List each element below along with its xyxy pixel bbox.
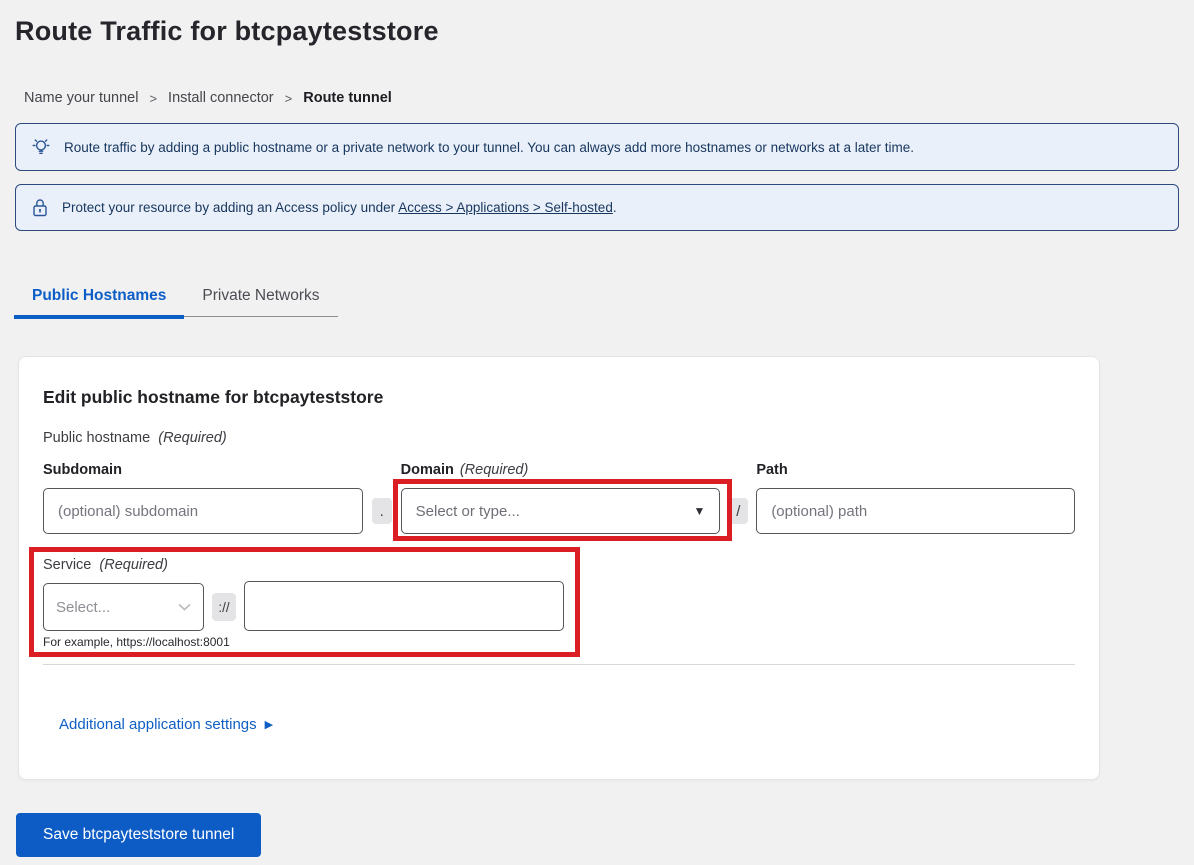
service-label: Service (Required) (43, 557, 1075, 574)
subdomain-label: Subdomain (43, 462, 363, 479)
access-banner-text-before: Protect your resource by adding an Acces… (62, 200, 395, 215)
tip-banner-text: Route traffic by adding a public hostnam… (64, 140, 914, 155)
service-type-select[interactable]: Select... (43, 583, 204, 631)
path-label: Path (756, 462, 1075, 479)
dot-separator: . (372, 498, 392, 524)
access-banner: Protect your resource by adding an Acces… (15, 184, 1179, 231)
service-url-input[interactable] (244, 581, 564, 631)
domain-select[interactable]: Select or type... ▼ (401, 488, 721, 534)
public-hostname-required: (Required) (158, 430, 227, 446)
path-field-group: Path (756, 462, 1075, 534)
breadcrumb-separator: > (149, 90, 157, 107)
tab-public-hostnames[interactable]: Public Hostnames (14, 279, 184, 316)
domain-field-group: Domain(Required) Select or type... ▼ (401, 462, 721, 534)
divider (43, 664, 1075, 665)
domain-select-placeholder: Select or type... (416, 503, 520, 520)
service-type-placeholder: Select... (56, 599, 110, 616)
breadcrumb-name-your-tunnel[interactable]: Name your tunnel (24, 90, 138, 107)
save-tunnel-button[interactable]: Save btcpayteststore tunnel (16, 813, 261, 857)
additional-settings-toggle[interactable]: Additional application settings ▶ (59, 715, 273, 735)
tab-bar: Public Hostnames Private Networks (14, 279, 338, 317)
breadcrumb-route-tunnel: Route tunnel (303, 90, 392, 107)
scheme-separator: :// (212, 593, 236, 621)
service-row: Select... :// (43, 581, 1075, 631)
hostname-row: Subdomain . Domain(Required) Select or t… (43, 462, 1075, 534)
tab-private-networks[interactable]: Private Networks (184, 279, 337, 316)
page-title: Route Traffic for btcpayteststore (0, 0, 1194, 48)
service-example-text: For example, https://localhost:8001 (43, 635, 1075, 649)
domain-required: (Required) (460, 462, 529, 478)
breadcrumb-separator: > (285, 90, 293, 107)
chevron-down-icon: ▼ (693, 504, 705, 518)
additional-settings-label: Additional application settings (59, 715, 257, 735)
chevron-right-icon: ▶ (265, 715, 273, 735)
breadcrumb: Name your tunnel > Install connector > R… (24, 90, 1194, 107)
service-required: (Required) (99, 557, 168, 573)
tip-banner: Route traffic by adding a public hostnam… (15, 123, 1179, 171)
path-input[interactable] (756, 488, 1075, 534)
card-heading: Edit public hostname for btcpayteststore (43, 386, 1075, 408)
lightbulb-icon (30, 136, 52, 158)
subdomain-field-group: Subdomain (43, 462, 363, 534)
public-hostname-label: Public hostname (Required) (43, 429, 1075, 447)
domain-label: Domain(Required) (401, 462, 721, 479)
breadcrumb-install-connector[interactable]: Install connector (168, 90, 274, 107)
chevron-down-icon (178, 603, 191, 611)
slash-separator: / (728, 498, 748, 524)
lock-icon (30, 197, 50, 219)
route-traffic-page: Route Traffic for btcpayteststore Name y… (0, 0, 1194, 865)
subdomain-input[interactable] (43, 488, 363, 534)
access-banner-text-after: . (613, 200, 617, 215)
access-applications-link[interactable]: Access > Applications > Self-hosted (398, 200, 613, 215)
access-banner-text: Protect your resource by adding an Acces… (62, 200, 617, 215)
edit-hostname-card: Edit public hostname for btcpayteststore… (18, 356, 1100, 780)
